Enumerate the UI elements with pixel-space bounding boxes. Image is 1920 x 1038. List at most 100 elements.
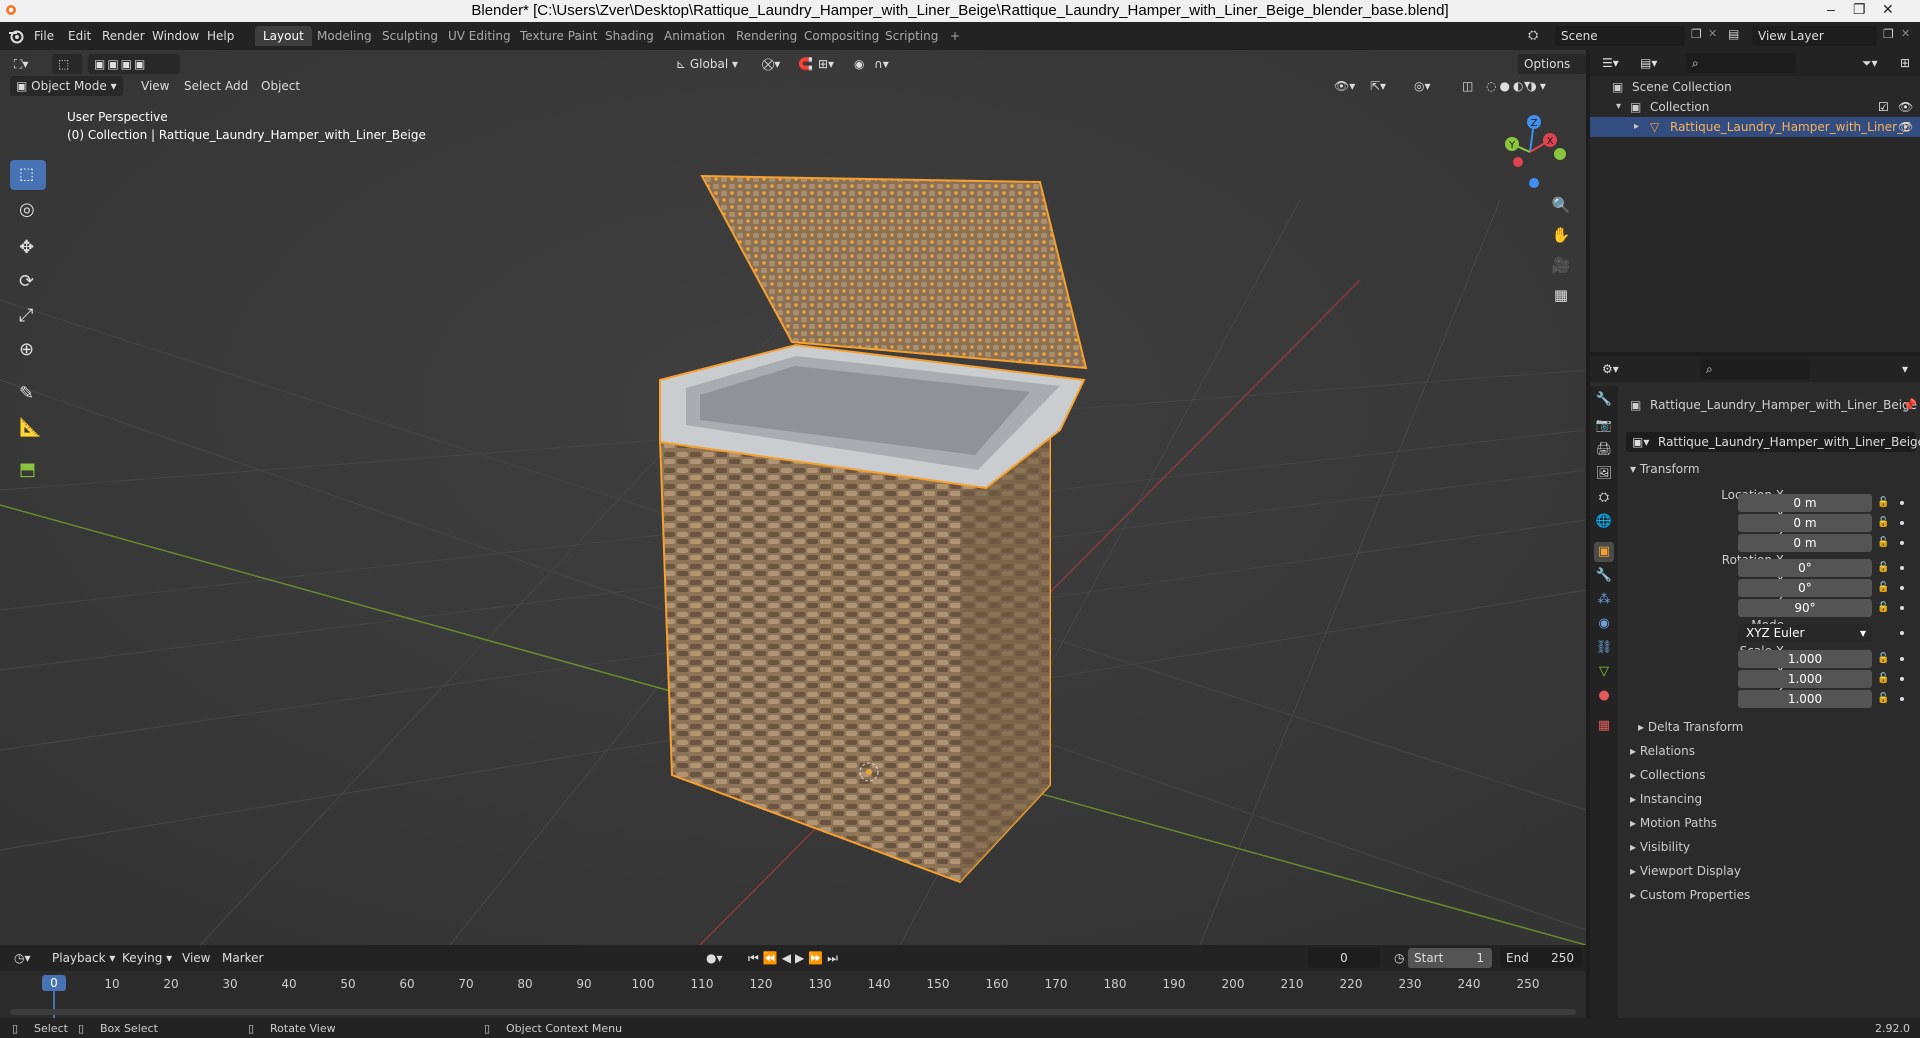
overlay-toggle-icon[interactable]: ◎▾	[1408, 76, 1437, 96]
outliner-search-input[interactable]: ⌕	[1686, 53, 1796, 73]
outliner-row-object[interactable]: ▸ ▽ Rattique_Laundry_Hamper_with_Liner_E…	[1590, 117, 1920, 137]
cursor-tool[interactable]: ◎	[10, 196, 46, 226]
keyframe-dot-icon[interactable]	[1900, 677, 1904, 681]
menu-playback[interactable]: Playback ▾	[46, 948, 121, 968]
outliner-row-collection[interactable]: ▾ ▣ Collection ☑ 👁	[1590, 97, 1920, 117]
properties-editor-type-icon[interactable]: ⚙▾	[1596, 359, 1625, 379]
current-frame-marker[interactable]: 0	[42, 975, 66, 991]
keyframe-dot-icon[interactable]	[1900, 501, 1904, 505]
physics-tab-icon[interactable]: ◉	[1594, 614, 1614, 634]
rotation-z-field[interactable]: 90°	[1738, 599, 1872, 617]
camera-view-icon[interactable]: 🎥	[1548, 252, 1574, 278]
scale-y-field[interactable]: 1.000	[1738, 670, 1872, 688]
end-frame-field[interactable]: End 250	[1500, 948, 1582, 968]
transform-orientation-dropdown[interactable]: ⊾ Global ▾	[670, 54, 744, 74]
transform-tool[interactable]: ⊕	[10, 336, 46, 366]
menu-marker[interactable]: Marker	[216, 948, 269, 968]
expand-icon[interactable]: ▸	[1634, 117, 1639, 137]
section-viewport-display[interactable]: ▸ Viewport Display	[1630, 864, 1741, 878]
tab-sculpting[interactable]: Sculpting	[374, 26, 446, 46]
tab-modeling[interactable]: Modeling	[309, 26, 380, 46]
timeline-editor-type-icon[interactable]: ◷▾	[8, 948, 37, 968]
delete-scene-icon[interactable]: ✕	[1708, 27, 1717, 40]
menu-edit[interactable]: Edit	[68, 29, 91, 43]
scale-x-field[interactable]: 1.000	[1738, 650, 1872, 668]
new-collection-icon[interactable]: ⊞	[1894, 53, 1916, 73]
lock-icon[interactable]: 🔓	[1877, 562, 1889, 573]
start-frame-field[interactable]: Start 1	[1408, 948, 1492, 968]
annotate-tool[interactable]: ✎	[10, 380, 46, 410]
tab-shading[interactable]: Shading	[597, 26, 662, 46]
select-box-tool[interactable]: ⬚	[10, 160, 46, 190]
select-mode-icons[interactable]: ▣▣▣▣	[88, 54, 180, 74]
keyframe-dot-icon[interactable]	[1900, 631, 1904, 635]
outliner[interactable]: ☰▾ ▤▾ ⌕ ⏷▾ ⊞ ▣ Scene Collection ▾ ▣ Coll…	[1590, 50, 1920, 352]
expand-icon[interactable]: ▾	[1616, 97, 1621, 117]
falloff-icon[interactable]: ∩▾	[868, 54, 895, 74]
lock-icon[interactable]: 🔓	[1877, 693, 1889, 704]
scene-field[interactable]: Scene	[1555, 26, 1685, 46]
data-tab-icon[interactable]: ▽	[1594, 662, 1614, 682]
menu-keying[interactable]: Keying ▾	[116, 948, 178, 968]
rotation-y-field[interactable]: 0°	[1738, 579, 1872, 597]
new-scene-icon[interactable]: ❐	[1691, 27, 1702, 41]
rotation-mode-dropdown[interactable]: XYZ Euler ▾	[1738, 624, 1872, 642]
restore-icon[interactable]: ❐	[1853, 1, 1866, 18]
material-tab-icon[interactable]: ●	[1594, 686, 1614, 706]
filter-icon[interactable]: ⏷▾	[1856, 53, 1884, 73]
lock-icon[interactable]: 🔓	[1877, 497, 1889, 508]
pin-icon[interactable]: 📌	[1902, 398, 1917, 412]
object-browse-icon[interactable]: ▣▾	[1632, 432, 1649, 452]
current-frame-field[interactable]: 0	[1308, 948, 1380, 968]
exclude-checkbox-icon[interactable]: ☑	[1878, 97, 1889, 117]
perspective-grid-icon[interactable]: ▦	[1548, 282, 1574, 308]
view-layer-field[interactable]: View Layer	[1752, 26, 1877, 46]
delta-transform-section[interactable]: ▸ Delta Transform	[1638, 720, 1743, 734]
transform-section-header[interactable]: ▾ Transform	[1630, 462, 1700, 476]
tab-uv-editing[interactable]: UV Editing	[440, 26, 519, 46]
zoom-icon[interactable]: 🔍	[1548, 192, 1574, 218]
particles-tab-icon[interactable]: ⁂	[1594, 590, 1614, 610]
tab-rendering[interactable]: Rendering	[728, 26, 805, 46]
tab-scripting[interactable]: Scripting	[877, 26, 946, 46]
menu-timeline-view[interactable]: View	[176, 948, 216, 968]
properties-options-icon[interactable]: ▾	[1896, 359, 1914, 379]
scene-tab-icon[interactable]: ⛭	[1594, 488, 1614, 508]
view-layer-tab-icon[interactable]: 🖼	[1594, 464, 1614, 484]
constraints-tab-icon[interactable]: ⛓	[1594, 638, 1614, 658]
xray-icon[interactable]: ◫	[1456, 76, 1479, 96]
location-z-field[interactable]: 0 m	[1738, 534, 1872, 552]
rotate-tool[interactable]: ⟳	[10, 268, 46, 298]
minimize-icon[interactable]: –	[1827, 1, 1835, 17]
section-motion-paths[interactable]: ▸ Motion Paths	[1630, 816, 1717, 830]
eye-icon[interactable]: 👁	[1898, 97, 1913, 117]
shading-mode-icons[interactable]: ◌●◐◑▾	[1480, 76, 1555, 96]
gizmo-toggle-icon[interactable]: ⇱▾	[1364, 76, 1392, 96]
location-y-field[interactable]: 0 m	[1738, 514, 1872, 532]
tab-layout[interactable]: Layout	[255, 26, 312, 46]
add-workspace-button[interactable]: +	[942, 26, 968, 46]
outliner-row-scene-collection[interactable]: ▣ Scene Collection	[1590, 77, 1920, 97]
record-icon[interactable]: ●▾	[700, 948, 729, 968]
measure-tool[interactable]: 📐	[10, 414, 46, 444]
tab-compositing[interactable]: Compositing	[796, 26, 887, 46]
keyframe-dot-icon[interactable]	[1900, 606, 1904, 610]
tab-texture-paint[interactable]: Texture Paint	[512, 26, 605, 46]
render-tab-icon[interactable]: 📷	[1594, 416, 1614, 436]
section-custom-properties[interactable]: ▸ Custom Properties	[1630, 888, 1750, 902]
pan-hand-icon[interactable]: ✋	[1548, 222, 1574, 248]
3d-viewport[interactable]: ⛶▾ ⬚ ▣▣▣▣ ⊾ Global ▾ ⛒▾ 🧲 ⊞▾ ◉ ∩▾ Option…	[0, 50, 1586, 945]
lock-icon[interactable]: 🔓	[1877, 582, 1889, 593]
lock-icon[interactable]: 🔓	[1877, 517, 1889, 528]
world-tab-icon[interactable]: 🌐	[1594, 512, 1614, 532]
view-layer-icon[interactable]: ▤	[1728, 27, 1739, 41]
close-icon[interactable]: ✕	[1882, 1, 1894, 18]
keyframe-dot-icon[interactable]	[1900, 521, 1904, 525]
timeline-editor[interactable]: ◷▾ Playback ▾ Keying ▾ View Marker ●▾ ⏮⏪…	[0, 945, 1586, 1027]
section-instancing[interactable]: ▸ Instancing	[1630, 792, 1702, 806]
menu-window[interactable]: Window	[152, 29, 199, 43]
display-mode-icon[interactable]: ▤▾	[1634, 53, 1663, 73]
object-tab-icon[interactable]: ▣	[1594, 542, 1614, 562]
move-tool[interactable]: ✥	[10, 234, 46, 264]
menu-add[interactable]: Add	[219, 76, 254, 96]
